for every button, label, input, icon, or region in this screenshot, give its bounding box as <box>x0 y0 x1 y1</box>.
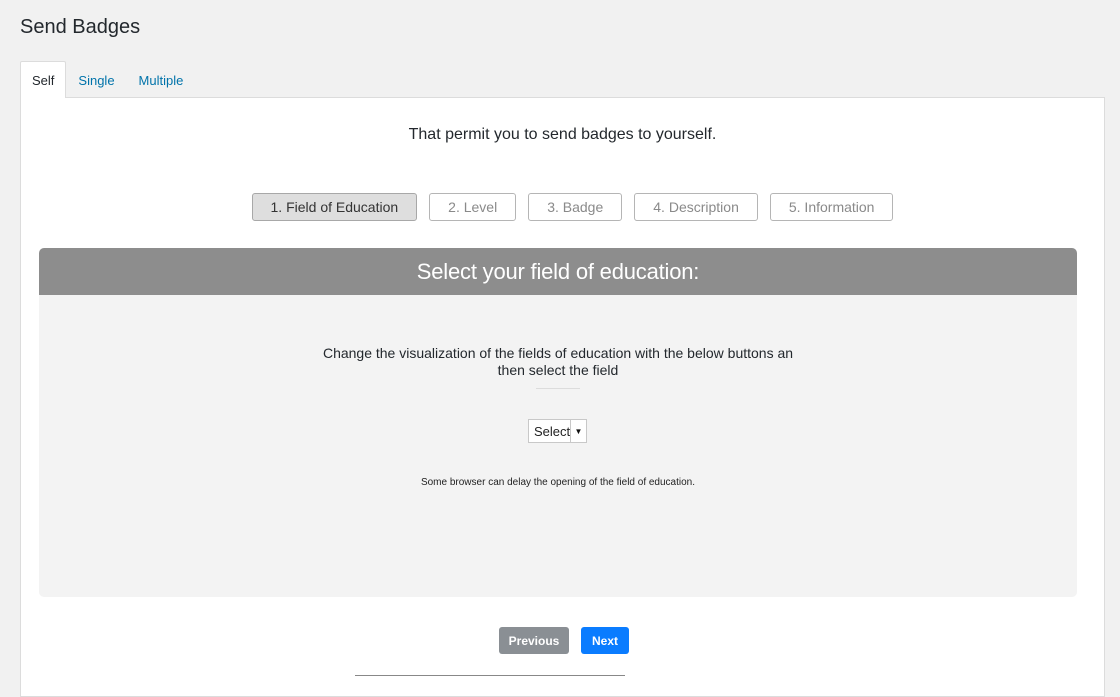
tab-panel: That permit you to send badges to yourse… <box>20 97 1105 697</box>
browser-note: Some browser can delay the opening of th… <box>420 477 696 488</box>
tab-self[interactable]: Self <box>20 61 67 98</box>
page-title: Send Badges <box>20 16 141 38</box>
bottom-divider <box>355 675 625 676</box>
step-field-of-education[interactable]: 1. Field of Education <box>251 193 418 221</box>
step-information[interactable]: 5. Information <box>769 193 894 221</box>
field-selection-card: Select your field of education: Change t… <box>39 248 1077 597</box>
step-navigation: Previous Next <box>499 627 629 654</box>
step-level[interactable]: 2. Level <box>429 193 517 221</box>
card-description-text: Change the visualization of the fields o… <box>322 345 794 378</box>
next-button[interactable]: Next <box>581 627 629 654</box>
select-value: Select <box>534 423 571 439</box>
card-description: Change the visualization of the fields o… <box>39 345 1077 379</box>
card-header: Select your field of education: <box>39 248 1077 295</box>
previous-button[interactable]: Previous <box>499 627 569 654</box>
tab-multiple[interactable]: Multiple <box>127 61 196 98</box>
tab-bar: Self Single Multiple <box>20 61 195 98</box>
divider <box>536 388 580 389</box>
step-description[interactable]: 4. Description <box>634 193 758 221</box>
step-badge[interactable]: 3. Badge <box>528 193 623 221</box>
tab-single[interactable]: Single <box>66 61 126 98</box>
intro-text: That permit you to send badges to yourse… <box>408 126 717 143</box>
chevron-down-icon: ▼ <box>570 420 586 442</box>
step-indicator: 1. Field of Education 2. Level 3. Badge … <box>21 193 1104 221</box>
field-select-dropdown[interactable]: Select ▼ <box>528 419 587 443</box>
